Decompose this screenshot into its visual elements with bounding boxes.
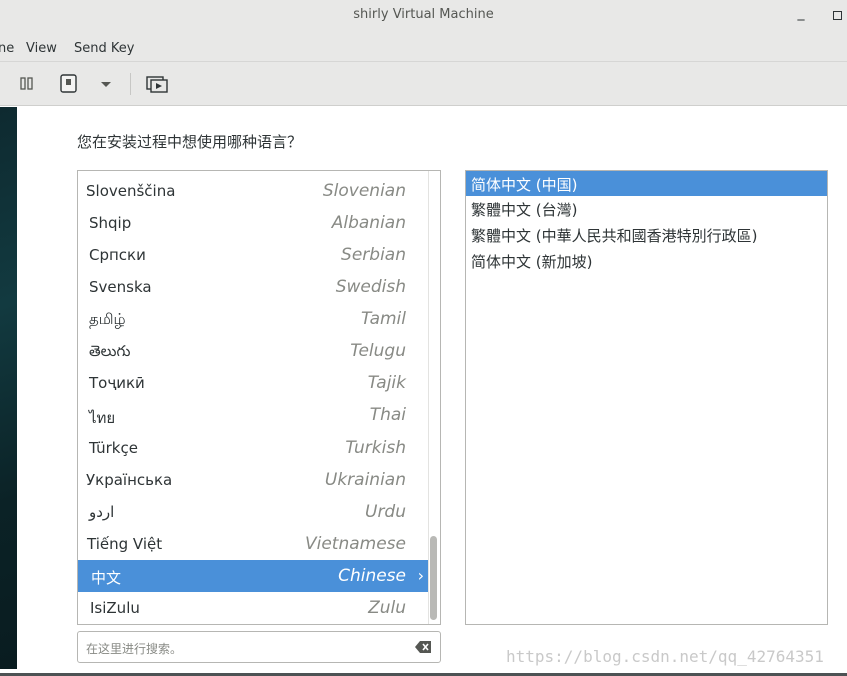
language-english-name: Chinese	[338, 566, 406, 586]
language-row[interactable]: Slovenščina Slovenian	[78, 175, 428, 207]
language-search[interactable]: 在这里进行搜索。	[77, 631, 441, 663]
menu-bar: ne View Send Key	[0, 33, 847, 62]
minimize-button[interactable]: _	[793, 5, 809, 23]
language-row[interactable]: Српски Serbian	[78, 239, 428, 271]
language-list: Slovenščina Slovenian Shqip Albanian Српски S…	[77, 170, 441, 625]
language-row[interactable]: தமிழ் Tamil	[78, 303, 428, 335]
locale-label: 简体中文 (中国)	[471, 176, 578, 194]
menu-machine[interactable]: ne	[0, 41, 14, 56]
fullscreen-button[interactable]	[142, 71, 172, 97]
language-native-name: Тоҷикӣ	[89, 374, 145, 392]
language-english-name: Vietnamese	[304, 534, 406, 554]
chevron-right-icon: ›	[417, 566, 424, 585]
language-english-name: Zulu	[368, 598, 406, 618]
language-row[interactable]: اردو Urdu	[78, 496, 428, 528]
pause-icon	[20, 77, 33, 90]
language-native-name: ไทย	[89, 409, 116, 427]
scrollbar-thumb[interactable]	[430, 536, 437, 620]
language-row[interactable]: IsiZulu Zulu	[78, 592, 428, 624]
language-row[interactable]: Shqip Albanian	[78, 207, 428, 239]
toolbar-separator	[130, 73, 131, 95]
language-english-name: Urdu	[365, 502, 406, 522]
language-native-name: Slovenščina	[86, 182, 176, 200]
shutdown-button[interactable]	[55, 71, 83, 97]
language-english-name: Turkish	[345, 438, 406, 458]
language-native-name: Tiếng Việt	[87, 535, 163, 553]
locale-list: 简体中文 (中国) 繁體中文 (台灣) 繁體中文 (中華人民共和國香港特別行政區) 简…	[465, 170, 828, 625]
locale-row[interactable]: 简体中文 (中国)	[466, 171, 827, 196]
power-icon	[60, 74, 77, 93]
language-row[interactable]: తెలుగు Telugu	[78, 335, 428, 367]
locale-row[interactable]: 繁體中文 (中華人民共和國香港特別行政區)	[466, 222, 827, 247]
language-native-name: Українська	[86, 471, 173, 489]
language-native-name: తెలుగు	[89, 342, 131, 360]
language-native-name: Српски	[89, 246, 146, 264]
shutdown-menu-button[interactable]	[96, 71, 116, 97]
display-icon	[146, 76, 168, 93]
language-english-name: Tamil	[360, 309, 406, 329]
desktop-background	[0, 107, 17, 669]
language-native-name: IsiZulu	[90, 599, 140, 617]
locale-label: 简体中文 (新加坡)	[471, 253, 593, 271]
menu-send-key[interactable]: Send Key	[74, 41, 134, 56]
locale-label: 繁體中文 (台灣)	[471, 201, 578, 219]
language-english-name: Serbian	[341, 245, 406, 265]
locale-row[interactable]: 繁體中文 (台灣)	[466, 196, 827, 221]
pause-button[interactable]	[12, 71, 42, 97]
language-row[interactable]: Türkçe Turkish	[78, 432, 428, 464]
language-native-name: اردو	[89, 503, 115, 521]
language-row[interactable]: Тоҷикӣ Tajik	[78, 367, 428, 399]
language-question: 您在安装过程中想使用哪种语言？	[77, 133, 303, 151]
language-row[interactable]: ไทย Thai	[78, 399, 428, 431]
language-native-name: Svenska	[89, 278, 152, 296]
watermark: https://blog.csdn.net/qq_42764351	[506, 647, 824, 666]
title-bar: shirly Virtual Machine _	[0, 0, 847, 33]
locale-row[interactable]: 简体中文 (新加坡)	[466, 248, 827, 273]
language-row[interactable]: 中文 Chinese ›	[78, 560, 428, 592]
language-english-name: Telugu	[350, 341, 406, 361]
language-native-name: 中文	[91, 569, 122, 587]
toolbar	[0, 62, 847, 106]
clear-icon[interactable]	[415, 640, 432, 654]
locale-label: 繁體中文 (中華人民共和國香港特別行政區)	[471, 227, 758, 245]
window-title: shirly Virtual Machine	[353, 7, 494, 22]
maximize-button[interactable]	[829, 5, 845, 23]
language-row[interactable]: Tiếng Việt Vietnamese	[78, 528, 428, 560]
language-row[interactable]: Українська Ukrainian	[78, 464, 428, 496]
guest-display[interactable]: 您在安装过程中想使用哪种语言？ Slovenščina Slovenian Shqi…	[0, 107, 847, 676]
language-native-name: Türkçe	[89, 439, 138, 457]
language-native-name: தமிழ்	[89, 310, 126, 328]
menu-view[interactable]: View	[26, 41, 57, 56]
language-english-name: Albanian	[331, 213, 406, 233]
language-english-name: Slovenian	[322, 181, 406, 201]
language-native-name: Shqip	[89, 214, 132, 232]
language-english-name: Ukrainian	[324, 470, 406, 490]
language-english-name: Thai	[369, 405, 406, 425]
language-english-name: Tajik	[367, 373, 406, 393]
search-placeholder: 在这里进行搜索。	[86, 642, 183, 656]
chevron-down-icon	[101, 82, 111, 87]
language-english-name: Swedish	[335, 277, 406, 297]
language-row[interactable]: Svenska Swedish	[78, 271, 428, 303]
